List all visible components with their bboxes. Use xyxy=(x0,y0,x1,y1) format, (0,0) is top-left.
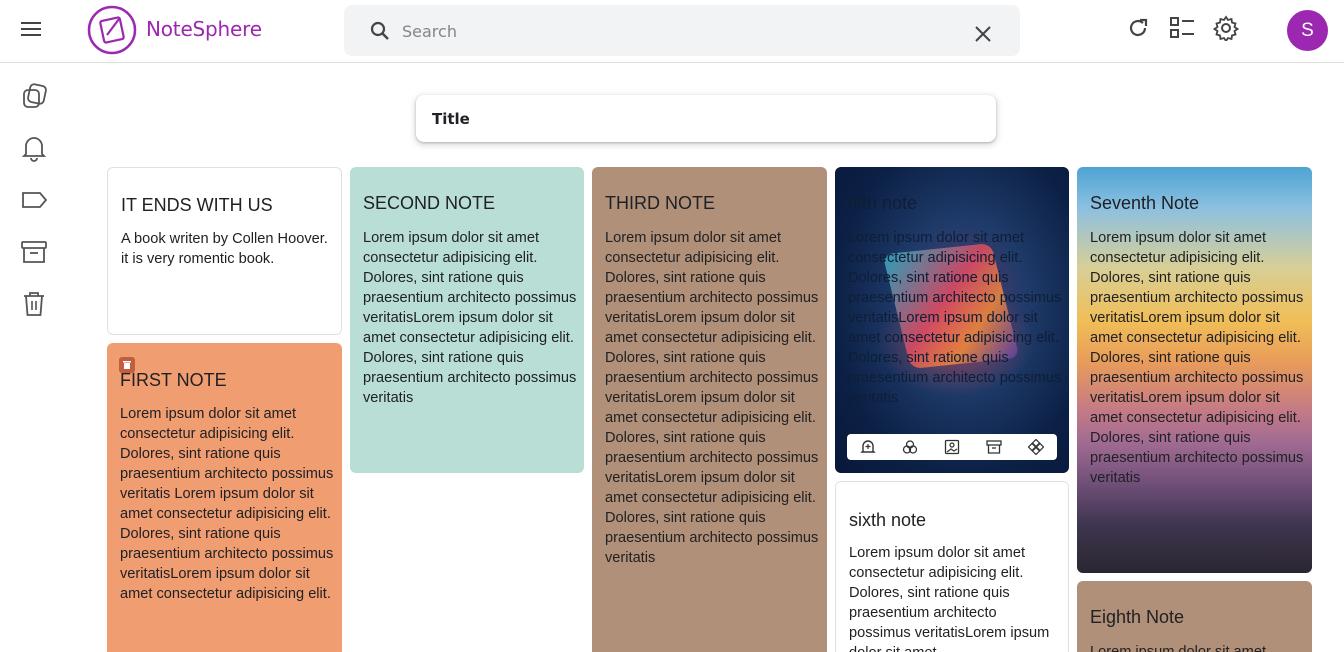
bell-icon[interactable] xyxy=(18,132,50,164)
search-input[interactable] xyxy=(402,17,942,45)
image-icon[interactable] xyxy=(943,438,961,456)
archive-icon[interactable] xyxy=(18,236,50,268)
reminder-bell-icon[interactable] xyxy=(859,438,877,456)
note-card[interactable]: FIRST NOTE Lorem ipsum dolor sit amet co… xyxy=(107,343,342,652)
palette-icon[interactable] xyxy=(901,438,919,456)
note-title: IT ENDS WITH US xyxy=(121,195,273,215)
refresh-icon[interactable] xyxy=(1123,13,1153,43)
note-title: THIRD NOTE xyxy=(605,193,715,213)
archive-icon[interactable] xyxy=(985,438,1003,456)
note-body: Lorem ipsum dolor sit amet consectetur a… xyxy=(120,406,334,602)
hamburger-menu-icon[interactable] xyxy=(14,12,48,46)
note-card[interactable]: Seventh Note Lorem ipsum dolor sit amet … xyxy=(1077,167,1312,573)
label-icon[interactable] xyxy=(18,184,50,216)
note-card[interactable]: sixth note Lorem ipsum dolor sit amet co… xyxy=(835,481,1069,652)
list-view-icon[interactable] xyxy=(1167,13,1197,43)
app-logo[interactable] xyxy=(87,5,137,55)
note-toolbar xyxy=(847,434,1057,460)
note-card[interactable]: Eighth Note Lorem ipsum dolor sit amet xyxy=(1077,581,1312,652)
note-body: Lorem ipsum dolor sit amet consectetur a… xyxy=(849,545,1050,652)
close-icon[interactable] xyxy=(972,23,994,45)
top-bar: NoteSphere S xyxy=(0,0,1344,63)
note-composer xyxy=(416,95,996,142)
settings-icon[interactable] xyxy=(1211,13,1241,43)
note-body: A book writen by Collen Hoover. it is ve… xyxy=(121,231,328,267)
search-bar xyxy=(344,5,1020,56)
notes-icon[interactable] xyxy=(18,80,50,112)
more-options-icon[interactable] xyxy=(1027,438,1045,456)
note-body: Lorem ipsum dolor sit amet consectetur a… xyxy=(848,230,1062,406)
note-title: sixth note xyxy=(849,510,927,530)
note-body: Lorem ipsum dolor sit amet consectetur a… xyxy=(605,230,819,566)
note-title: Eighth Note xyxy=(1090,607,1185,627)
note-title-input[interactable] xyxy=(432,107,972,131)
trash-icon[interactable] xyxy=(18,288,50,320)
app-name: NoteSphere xyxy=(146,17,262,41)
note-card[interactable]: SECOND NOTE Lorem ipsum dolor sit amet c… xyxy=(350,167,584,473)
search-icon[interactable] xyxy=(370,21,390,41)
note-card[interactable]: IT ENDS WITH US A book writen by Collen … xyxy=(107,167,342,335)
note-title: SECOND NOTE xyxy=(363,193,496,213)
note-card[interactable]: fifth note Lorem ipsum dolor sit amet co… xyxy=(835,167,1069,473)
note-title: Seventh Note xyxy=(1090,193,1200,213)
note-body: Lorem ipsum dolor sit amet xyxy=(1090,644,1267,652)
note-body: Lorem ipsum dolor sit amet consectetur a… xyxy=(363,230,577,406)
avatar[interactable]: S xyxy=(1287,10,1328,51)
note-title: fifth note xyxy=(848,193,918,213)
note-title: FIRST NOTE xyxy=(120,370,227,390)
note-body: Lorem ipsum dolor sit amet consectetur a… xyxy=(1090,230,1304,486)
note-card[interactable]: THIRD NOTE Lorem ipsum dolor sit amet co… xyxy=(592,167,827,652)
